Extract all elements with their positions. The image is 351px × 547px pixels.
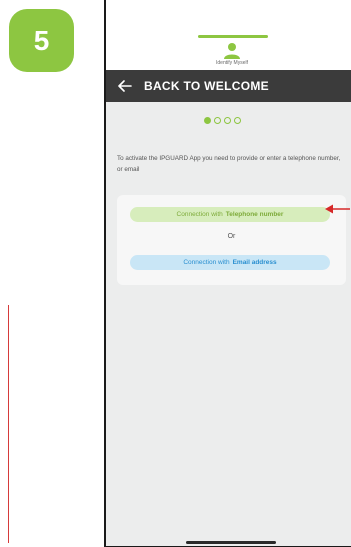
email-button-prefix: Connection with [183, 259, 230, 266]
top-area: Identify Myself [106, 0, 351, 70]
telephone-connection-button[interactable]: Connection with Telephone number [130, 207, 330, 222]
annotation-red-line [8, 305, 9, 543]
email-connection-button[interactable]: Connection with Email address [130, 255, 330, 270]
instruction-text: To activate the IPGUARD App you need to … [117, 155, 341, 173]
person-icon [224, 43, 240, 59]
telephone-button-prefix: Connection with [176, 211, 223, 218]
progress-dot [224, 117, 231, 124]
connection-options-card: Connection with Telephone number Or Conn… [117, 195, 346, 285]
profile-caption: Identify Myself [216, 60, 248, 66]
email-button-strong: Email address [232, 259, 277, 266]
progress-dot [214, 117, 221, 124]
phone-screen: Identify Myself BACK TO WELCOME To activ… [104, 0, 351, 547]
progress-dot [234, 117, 241, 124]
progress-indicator [204, 117, 241, 124]
red-arrow-icon [325, 204, 350, 214]
top-accent-bar [198, 35, 268, 38]
or-divider-text: Or [227, 233, 236, 240]
arrow-left-icon[interactable] [118, 78, 134, 94]
telephone-button-strong: Telephone number [225, 211, 284, 218]
header-title[interactable]: BACK TO WELCOME [144, 79, 269, 93]
home-indicator [186, 541, 276, 544]
back-to-welcome-header[interactable]: BACK TO WELCOME [106, 70, 351, 102]
progress-dot-active [204, 117, 211, 124]
step-number-badge: 5 [9, 9, 74, 72]
